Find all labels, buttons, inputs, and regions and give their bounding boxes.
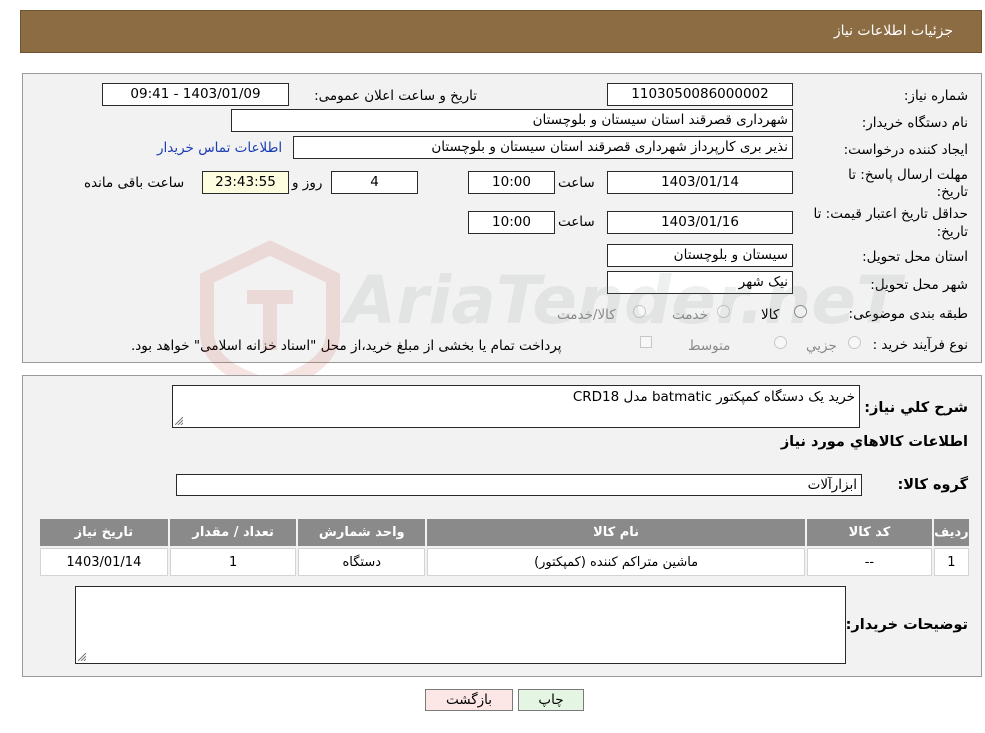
- time-remaining-field: 23:43:55: [202, 171, 289, 194]
- category-option-goods-service: کالا/خدمت: [557, 307, 616, 323]
- process-option-minor: جزیي: [806, 338, 837, 354]
- validity-time-label: ساعت: [558, 214, 595, 230]
- goods-info-title: اطلاعات کالاهاي مورد نياز: [780, 434, 968, 450]
- category-radio-goods-service[interactable]: [633, 305, 646, 318]
- process-radio-minor[interactable]: [848, 336, 861, 349]
- province-field: سیستان و بلوچستان: [607, 244, 793, 267]
- page-header: جزئیات اطلاعات نیاز: [20, 10, 982, 53]
- col-row-number: رديف: [933, 519, 969, 546]
- cell-need-date: 1403/01/14: [40, 548, 168, 576]
- deadline-label: مهلت ارسال پاسخ: تا: [848, 167, 968, 183]
- validity-label-line2: تاریخ:: [936, 224, 968, 240]
- buyer-org-label: نام دستگاه خریدار:: [861, 115, 968, 131]
- need-number-label: شماره نیاز:: [903, 88, 968, 104]
- page-title: جزئیات اطلاعات نیاز: [833, 23, 953, 39]
- summary-label: شرح کلي نياز:: [864, 400, 968, 416]
- validity-label: حداقل تاریخ اعتبار قیمت: تا: [813, 206, 968, 222]
- category-option-service: خدمت: [672, 307, 708, 323]
- col-quantity: تعداد / مقدار: [169, 519, 297, 546]
- buyer-notes-textarea[interactable]: [75, 586, 846, 664]
- summary-text: خرید یک دستگاه کمپکتور batmatic مدل CRD1…: [572, 389, 855, 405]
- buyer-org-field: شهرداری قصرقند استان سیستان و بلوچستان: [231, 109, 793, 132]
- goods-table-header: رديف کد کالا نام کالا واحد شمارش تعداد /…: [40, 519, 969, 546]
- col-need-date: تاریخ نیاز: [40, 519, 168, 546]
- process-label: نوع فرآیند خرید :: [872, 337, 968, 353]
- city-label: شهر محل تحویل:: [870, 277, 968, 293]
- back-button[interactable]: بازگشت: [425, 689, 513, 711]
- city-field: نیک شهر: [607, 271, 793, 294]
- validity-date-field: 1403/01/16: [607, 211, 793, 234]
- deadline-label-line2: تاریخ:: [936, 184, 968, 200]
- process-option-medium: متوسط: [688, 338, 731, 354]
- col-goods-name: نام کالا: [427, 519, 806, 546]
- goods-table: رديف کد کالا نام کالا واحد شمارش تعداد /…: [38, 517, 971, 578]
- process-note: پرداخت تمام یا بخشی از مبلغ خرید،از محل …: [131, 338, 562, 354]
- resize-grip-icon[interactable]: [78, 653, 86, 661]
- deadline-time-label: ساعت: [558, 175, 595, 191]
- cell-unit: دستگاه: [298, 548, 426, 576]
- category-option-goods: کالا: [761, 307, 780, 323]
- announce-datetime-field: 1403/01/09 - 09:41: [102, 83, 289, 106]
- creator-label: ایجاد کننده درخواست:: [843, 142, 968, 158]
- col-goods-code: کد کالا: [807, 519, 932, 546]
- table-row: 1 -- ماشین متراکم کننده (کمپکتور) دستگاه…: [40, 548, 969, 576]
- category-radio-service[interactable]: [717, 305, 730, 318]
- buyer-contact-link[interactable]: اطلاعات تماس خریدار: [157, 140, 282, 156]
- time-remaining-label: ساعت باقی مانده: [84, 175, 185, 191]
- validity-time-field: 10:00: [468, 211, 555, 234]
- creator-field: نذیر بری کارپرداز شهرداری قصرقند استان س…: [293, 136, 793, 159]
- summary-textarea[interactable]: خرید یک دستگاه کمپکتور batmatic مدل CRD1…: [172, 385, 860, 428]
- deadline-time-field: 10:00: [468, 171, 555, 194]
- treasury-checkbox[interactable]: [640, 336, 652, 348]
- days-label: روز و: [292, 175, 323, 191]
- buyer-notes-label: توضیحات خریدار:: [845, 617, 968, 633]
- announce-datetime-label: تاریخ و ساعت اعلان عمومی:: [314, 88, 477, 104]
- goods-group-label: گروه کالا:: [897, 477, 968, 493]
- need-number-field: 1103050086000002: [607, 83, 793, 106]
- col-unit: واحد شمارش: [298, 519, 426, 546]
- days-remaining-field: 4: [331, 171, 418, 194]
- print-button[interactable]: چاپ: [518, 689, 584, 711]
- province-label: استان محل تحویل:: [862, 249, 968, 265]
- cell-goods-name: ماشین متراکم کننده (کمپکتور): [427, 548, 806, 576]
- cell-goods-code: --: [807, 548, 932, 576]
- cell-row-number: 1: [933, 548, 969, 576]
- deadline-date-field: 1403/01/14: [607, 171, 793, 194]
- category-radio-goods[interactable]: [794, 305, 807, 318]
- category-label: طبقه بندی موضوعی:: [848, 306, 968, 322]
- goods-group-field: ابزارآلات: [176, 474, 862, 496]
- process-radio-medium[interactable]: [774, 336, 787, 349]
- cell-quantity: 1: [169, 548, 297, 576]
- resize-grip-icon[interactable]: [175, 417, 183, 425]
